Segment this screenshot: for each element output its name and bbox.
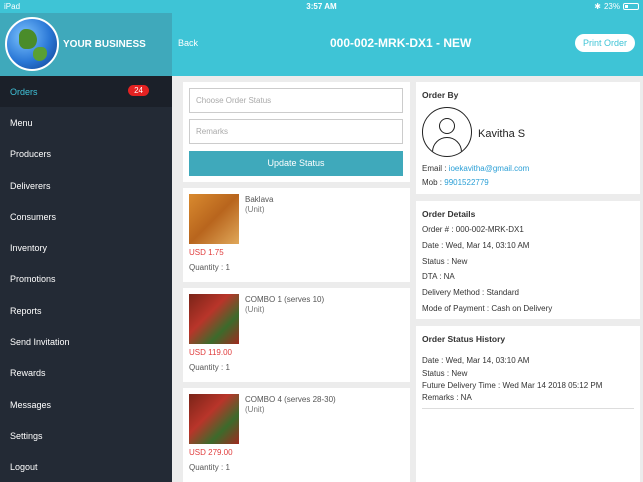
page-title: 000-002-MRK-DX1 - NEW	[330, 36, 472, 50]
item-unit: (Unit)	[245, 205, 265, 214]
sidebar: YOUR BUSINESS Orders 24 Menu Producers D…	[0, 0, 172, 482]
delivery-method: Delivery Method : Standard	[422, 288, 519, 297]
sidebar-item-label: Settings	[10, 430, 43, 441]
sidebar-item-send-invitation[interactable]: Send Invitation	[0, 326, 172, 357]
sidebar-item-label: Deliverers	[10, 180, 51, 191]
mobile-label: Mob :	[422, 178, 443, 187]
sidebar-item-label: Logout	[10, 462, 38, 473]
order-number: Order # : 000-002-MRK-DX1	[422, 225, 524, 234]
print-order-button[interactable]: Print Order	[574, 34, 635, 52]
item-price: USD 1.75	[189, 248, 224, 257]
sidebar-item-label: Messages	[10, 399, 52, 410]
order-item: COMBO 4 (serves 28-30) (Unit) USD 279.00…	[183, 388, 410, 482]
sidebar-item-reports[interactable]: Reports	[0, 295, 172, 326]
order-details-heading: Order Details	[422, 209, 476, 219]
orders-count-badge: 24	[128, 85, 149, 96]
order-item: COMBO 1 (serves 10) (Unit) USD 119.00 Qu…	[183, 288, 410, 382]
history-remarks: Remarks : NA	[422, 393, 472, 402]
sidebar-item-label: Rewards	[10, 368, 46, 379]
status-history-heading: Order Status History	[422, 334, 506, 344]
order-details-card: Order Details Order # : 000-002-MRK-DX1 …	[416, 201, 640, 319]
order-by-heading: Order By	[422, 90, 459, 100]
item-quantity: Quantity : 1	[189, 263, 230, 272]
history-status: Status : New	[422, 369, 468, 378]
bluetooth-icon: ✱	[594, 2, 601, 11]
sidebar-item-label: Send Invitation	[10, 337, 70, 348]
customer-name: Kavitha S	[478, 128, 526, 140]
combo-image	[189, 294, 239, 344]
user-avatar-icon	[422, 107, 472, 157]
payment-mode: Mode of Payment : Cash on Delivery	[422, 304, 553, 313]
sidebar-item-label: Reports	[10, 305, 42, 316]
sidebar-item-label: Consumers	[10, 211, 57, 222]
baklava-image	[189, 194, 239, 244]
item-unit: (Unit)	[245, 305, 265, 314]
status-update-card: Choose Order Status Remarks Update Statu…	[183, 82, 410, 182]
sidebar-menu: Orders 24 Menu Producers Deliverers Cons…	[0, 76, 172, 482]
item-quantity: Quantity : 1	[189, 363, 230, 372]
battery-icon	[623, 3, 639, 10]
sidebar-item-menu[interactable]: Menu	[0, 107, 172, 138]
sidebar-item-deliverers[interactable]: Deliverers	[0, 170, 172, 201]
business-name: YOUR BUSINESS	[63, 39, 146, 50]
sidebar-item-label: Orders	[10, 86, 38, 97]
clock: 3:57 AM	[306, 2, 337, 11]
history-date: Date : Wed, Mar 14, 03:10 AM	[422, 356, 530, 365]
order-dta: DTA : NA	[422, 272, 455, 281]
sidebar-item-label: Promotions	[10, 274, 56, 285]
globe-logo-icon	[5, 17, 59, 71]
sidebar-item-inventory[interactable]: Inventory	[0, 232, 172, 263]
sidebar-item-promotions[interactable]: Promotions	[0, 264, 172, 295]
sidebar-item-label: Producers	[10, 149, 52, 160]
status-bar: iPad 3:57 AM ✱ 23%	[0, 0, 643, 13]
sidebar-item-logout[interactable]: Logout	[0, 452, 172, 482]
mobile-link[interactable]: 9901522779	[444, 178, 489, 187]
sidebar-item-messages[interactable]: Messages	[0, 389, 172, 420]
back-button[interactable]: Back	[178, 38, 198, 48]
order-status: Status : New	[422, 257, 468, 266]
status-right: ✱ 23%	[594, 2, 639, 11]
mobile-row: Mob : 9901522779	[422, 178, 489, 187]
update-status-button[interactable]: Update Status	[189, 151, 403, 176]
sidebar-item-settings[interactable]: Settings	[0, 420, 172, 451]
top-header: Back 000-002-MRK-DX1 - NEW Print Order	[172, 13, 643, 76]
sidebar-item-label: Menu	[10, 117, 33, 128]
sidebar-item-orders[interactable]: Orders 24	[0, 76, 172, 108]
item-price: USD 119.00	[189, 348, 232, 357]
order-date: Date : Wed, Mar 14, 03:10 AM	[422, 241, 530, 250]
item-unit: (Unit)	[245, 405, 265, 414]
order-by-card: Order By Kavitha S Email : ioekavitha@gm…	[416, 82, 640, 194]
combo-image	[189, 394, 239, 444]
sidebar-item-consumers[interactable]: Consumers	[0, 201, 172, 232]
order-item: Baklava (Unit) USD 1.75 Quantity : 1	[183, 188, 410, 282]
email-link[interactable]: ioekavitha@gmail.com	[449, 164, 530, 173]
divider	[422, 408, 634, 409]
status-history-card: Order Status History Date : Wed, Mar 14,…	[416, 326, 640, 482]
item-price: USD 279.00	[189, 448, 233, 457]
battery-percent: 23%	[603, 2, 620, 11]
order-status-select[interactable]: Choose Order Status	[189, 88, 403, 113]
email-row: Email : ioekavitha@gmail.com	[422, 164, 529, 173]
item-name: COMBO 4 (serves 28-30)	[245, 395, 336, 404]
item-name: COMBO 1 (serves 10)	[245, 295, 325, 304]
item-name: Baklava	[245, 195, 274, 204]
email-label: Email :	[422, 164, 447, 173]
remarks-input[interactable]: Remarks	[189, 119, 403, 144]
sidebar-item-rewards[interactable]: Rewards	[0, 358, 172, 389]
sidebar-item-label: Inventory	[10, 243, 48, 254]
sidebar-item-producers[interactable]: Producers	[0, 139, 172, 170]
item-quantity: Quantity : 1	[189, 463, 230, 472]
history-delivery-time: Future Delivery Time : Wed Mar 14 2018 0…	[422, 381, 603, 390]
